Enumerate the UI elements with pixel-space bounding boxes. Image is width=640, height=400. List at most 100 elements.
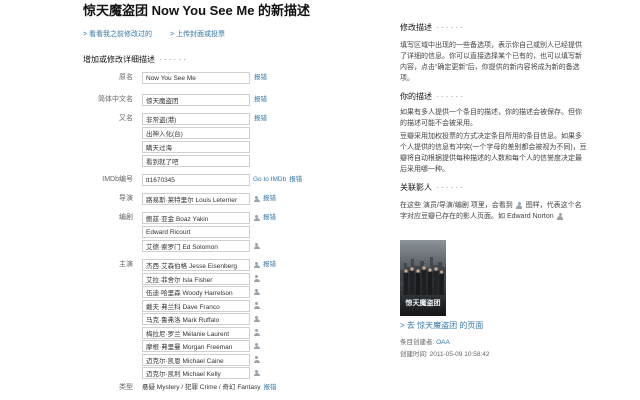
person-icon <box>253 329 260 336</box>
report-error-link[interactable]: 报错 <box>263 212 276 224</box>
cast-input[interactable] <box>142 353 250 366</box>
chinese-title-label: 简体中文名 <box>98 96 133 103</box>
poster-title: 惊天魔盗团 <box>405 298 441 307</box>
person-icon <box>253 275 260 282</box>
field-line <box>142 313 276 325</box>
related-people-heading-text: 关联影人 <box>400 183 432 192</box>
field-line <box>142 353 276 366</box>
heading-dots: · · · · · · <box>159 55 187 64</box>
genre-value: 悬疑 Mystery / 犯罪 Crime / 奇幻 Fantasy <box>142 384 261 391</box>
writer-input[interactable] <box>142 240 250 252</box>
cast-fields: 报错 <box>142 259 276 381</box>
field-line: 报错 <box>142 72 267 84</box>
created-label: 创建时间: <box>400 351 428 358</box>
person-icon <box>253 369 260 377</box>
field-line: 悬疑 Mystery / 犯罪 Crime / 奇幻 Fantasy 报错 <box>142 382 276 394</box>
cast-input[interactable] <box>142 313 250 325</box>
field-line: Go to IMDb 报错 <box>142 174 302 186</box>
movie-poster[interactable]: 惊天魔盗团 <box>400 240 446 316</box>
related-people-heading: 关联影人 · · · · · · <box>400 183 588 193</box>
top-links: > 看看我之前修改过的 > 上传封面或投票 <box>83 30 225 40</box>
original-title-input[interactable] <box>142 72 250 84</box>
go-to-imdb-link[interactable]: Go to IMDb <box>253 174 286 186</box>
field-line: 报错 <box>142 113 267 125</box>
field-line <box>142 240 276 252</box>
upload-cover-link[interactable]: > 上传封面或投票 <box>170 31 225 38</box>
aka-input[interactable] <box>142 155 250 167</box>
your-desc-text-1: 如果有多人提供一个条目的描述，你的描述会被保存。但你的描述可能不会被采用。 <box>400 109 582 127</box>
genre-fields: 悬疑 Mystery / 犯罪 Crime / 奇幻 Fantasy 报错 <box>142 382 276 396</box>
aka-input[interactable] <box>142 141 250 153</box>
your-desc-heading: 你的描述 · · · · · · <box>400 92 588 102</box>
cast-input[interactable] <box>142 299 250 312</box>
cast-input[interactable] <box>142 340 250 352</box>
writer-input[interactable] <box>142 226 250 238</box>
original-title-fields: 报错 <box>142 72 267 86</box>
aka-input[interactable] <box>142 113 250 125</box>
form-heading-text: 增加或修改详细描述 <box>83 55 155 64</box>
report-error-link[interactable]: 报错 <box>263 382 276 394</box>
heading-dots: · · · · · · <box>436 183 464 192</box>
field-line <box>142 226 276 238</box>
person-icon <box>253 342 260 350</box>
aka-label: 又名 <box>119 115 133 122</box>
cast-label: 主演 <box>119 261 133 268</box>
related-people-text: 在这些 演员/导演/编剧 项里，会看到 图样，代表这个名字对应豆瓣已存在的影人页… <box>400 200 588 222</box>
report-error-link[interactable]: 报错 <box>254 72 267 84</box>
cast-input[interactable] <box>142 367 250 379</box>
heading-dots: · · · · · · <box>436 23 464 32</box>
edit-history-link[interactable]: > 看看我之前修改过的 <box>83 31 152 38</box>
field-line: 报错 <box>142 193 276 205</box>
chinese-title-input[interactable] <box>142 94 250 106</box>
imdb-fields: Go to IMDb 报错 <box>142 174 302 188</box>
report-error-link[interactable]: 报错 <box>289 174 302 186</box>
cast-input[interactable] <box>142 259 250 271</box>
field-line <box>142 141 267 153</box>
director-fields: 报错 <box>142 193 276 207</box>
report-error-link[interactable]: 报错 <box>263 193 276 205</box>
report-error-link[interactable]: 报错 <box>254 94 267 106</box>
your-desc-text-2: 豆瓣采用加权投票的方式决定条目所用的条目信息。如果多个人提供的信息有冲突(一个字… <box>400 133 587 173</box>
aka-input[interactable] <box>142 127 250 139</box>
entry-creator: 条目创建者: OAA <box>400 338 588 348</box>
person-icon <box>253 261 260 269</box>
genre-label: 类型 <box>119 384 133 391</box>
field-line <box>142 299 276 312</box>
form-heading: 增加或修改详细描述 · · · · · · <box>83 55 186 65</box>
writers-label: 编剧 <box>119 214 133 221</box>
cast-input[interactable] <box>142 272 250 285</box>
person-icon <box>516 201 523 209</box>
sidebar: 修改描述 · · · · · · 填写区域中出现的一些备选项，表示你自己或别人已经… <box>400 0 590 400</box>
page: 惊天魔盗团 Now You See Me 的新描述 > 看看我之前修改过的 > … <box>0 0 640 400</box>
field-line <box>142 340 276 352</box>
person-icon <box>253 214 260 222</box>
person-icon <box>253 195 260 203</box>
report-error-link[interactable]: 报错 <box>254 113 267 125</box>
field-line <box>142 286 276 298</box>
entry-created-time: 创建时间: 2011-05-09 10:58:42 <box>400 350 588 360</box>
person-icon <box>557 212 564 220</box>
person-icon <box>253 302 260 309</box>
director-label: 导演 <box>119 195 133 202</box>
edit-help-heading: 修改描述 · · · · · · <box>400 23 588 33</box>
imdb-label: IMDb编号 <box>102 176 133 183</box>
go-to-movie-page-link[interactable]: > 去 惊天魔盗团 的页面 <box>400 321 588 331</box>
edit-help-text: 填写区域中出现的一些备选项，表示你自己或别人已经提供了详细的信息。你可以直接选择… <box>400 42 582 82</box>
director-input[interactable] <box>142 193 250 205</box>
creator-link[interactable]: OAA <box>436 339 450 346</box>
related-text-before: 在这些 演员/导演/编剧 项里，会看到 <box>400 202 513 209</box>
person-icon <box>253 356 260 363</box>
original-title-label: 原名 <box>119 74 133 81</box>
field-line: 报错 <box>142 259 276 271</box>
chinese-title-fields: 报错 <box>142 94 267 108</box>
cast-input[interactable] <box>142 286 250 298</box>
imdb-id-input[interactable] <box>142 174 250 186</box>
field-line <box>142 367 276 379</box>
report-error-link[interactable]: 报错 <box>263 259 276 271</box>
field-line: 报错 <box>142 212 276 224</box>
person-icon <box>253 242 260 250</box>
edit-help-heading-text: 修改描述 <box>400 23 432 32</box>
writers-fields: 报错 <box>142 212 276 254</box>
cast-input[interactable] <box>142 326 250 339</box>
writer-input[interactable] <box>142 212 250 224</box>
